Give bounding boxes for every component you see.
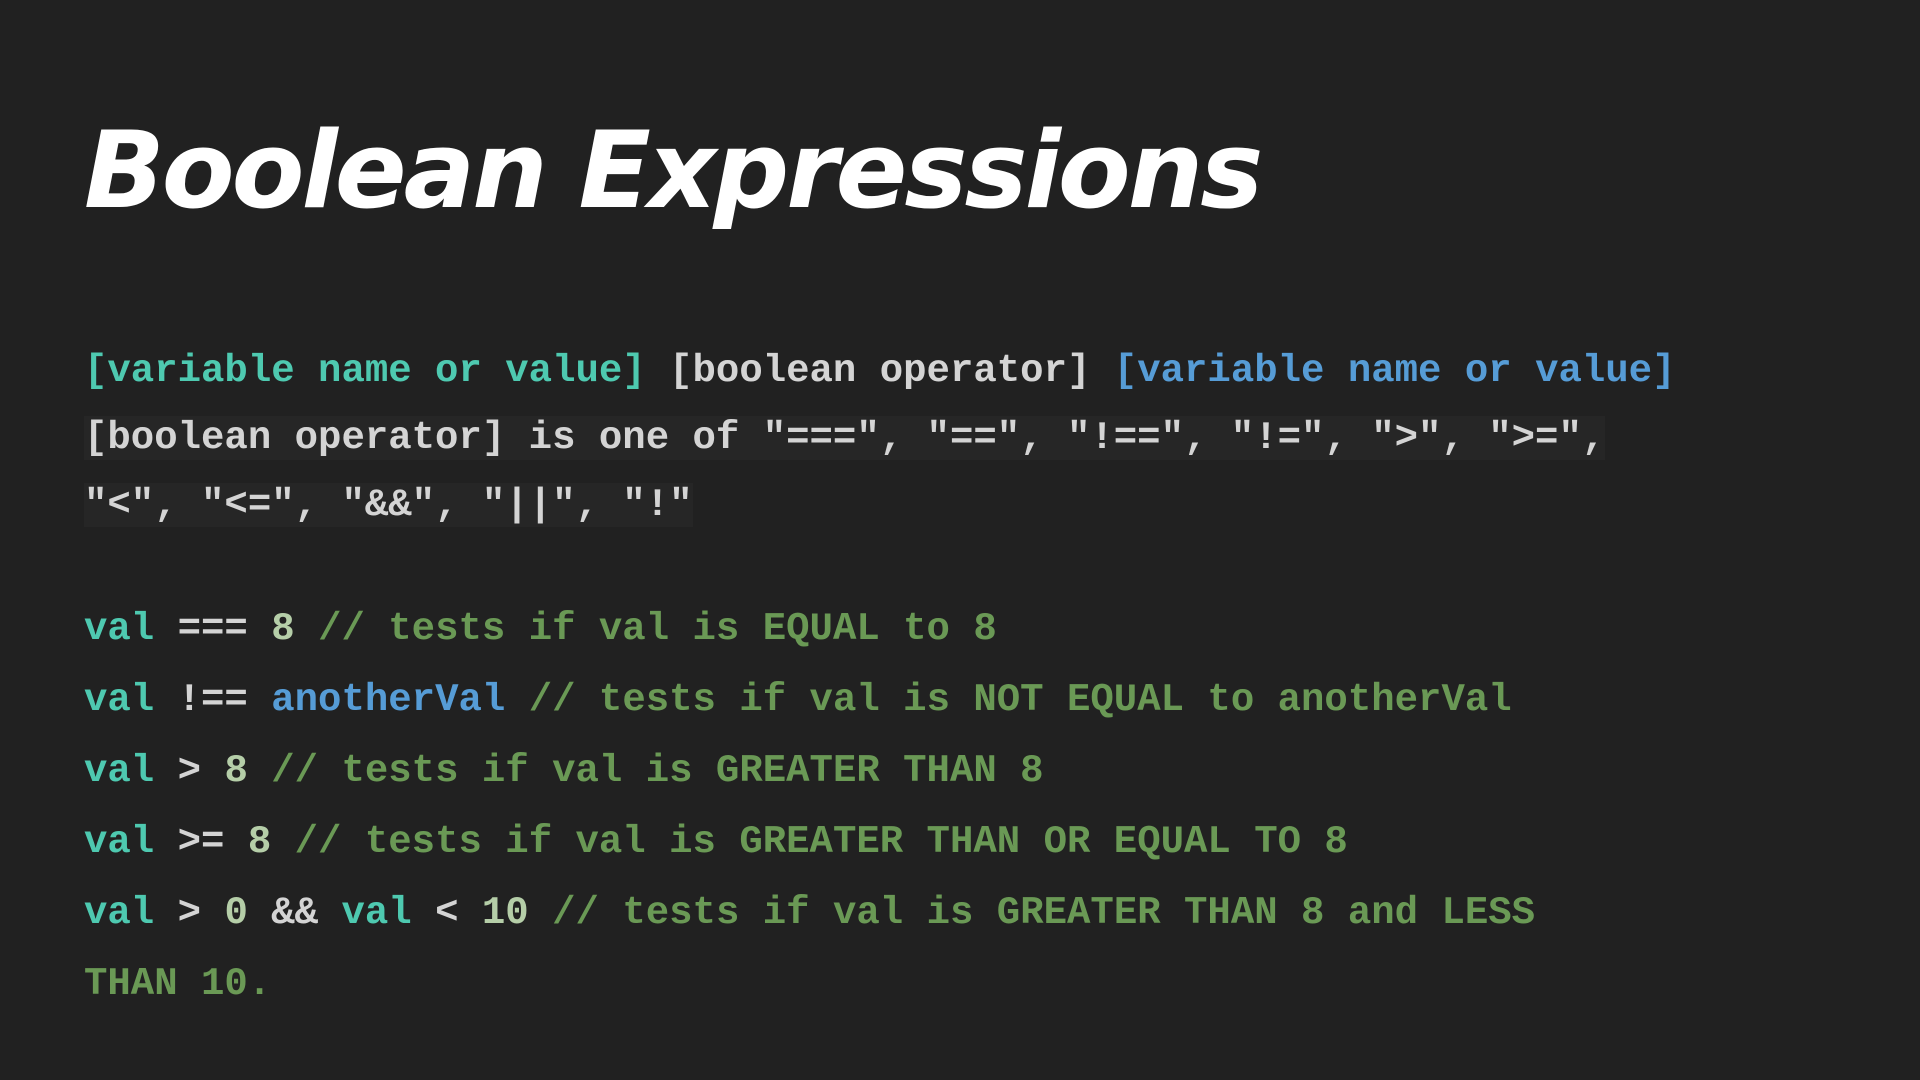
- code-line-compound: val > 0 && val < 10 // tests if val is G…: [84, 878, 1535, 949]
- code-line-equal: val === 8 // tests if val is EQUAL to 8: [84, 594, 1535, 665]
- code-number: 0: [224, 891, 248, 935]
- code-examples: val === 8 // tests if val is EQUAL to 8 …: [84, 594, 1535, 1020]
- code-number: 8: [224, 749, 248, 793]
- syntax-block: [variable name or value] [boolean operat…: [84, 338, 1676, 539]
- operator-list-line-2: "<", "<=", "&&", "||", "!": [84, 472, 1676, 539]
- syntax-operator: [boolean operator]: [669, 349, 1091, 393]
- code-operator: <: [435, 891, 459, 935]
- code-operator: !==: [177, 678, 248, 722]
- syntax-line: [variable name or value] [boolean operat…: [84, 338, 1676, 405]
- code-operator: >=: [177, 820, 225, 864]
- code-logical-operator: &&: [271, 891, 319, 935]
- code-variable: val: [84, 607, 155, 651]
- code-comment: // tests if val is EQUAL to 8: [318, 607, 997, 651]
- operator-list-line-1: [boolean operator] is one of "===", "=="…: [84, 405, 1676, 472]
- code-number: 10: [481, 891, 529, 935]
- code-comment-continued: THAN 10.: [84, 962, 272, 1006]
- code-line-not-equal: val !== anotherVal // tests if val is NO…: [84, 665, 1535, 736]
- code-line-compound-continued: THAN 10.: [84, 949, 1535, 1020]
- operator-list-text-1: [boolean operator] is one of "===", "=="…: [84, 416, 1606, 460]
- code-number: 8: [247, 820, 272, 864]
- code-comment: // tests if val is GREATER THAN OR EQUAL…: [294, 820, 1348, 864]
- slide-title: Boolean Expressions: [84, 109, 1263, 232]
- slide: Boolean Expressions [variable name or va…: [0, 0, 1920, 1080]
- operator-list-text-2: "<", "<=", "&&", "||", "!": [84, 483, 693, 527]
- code-operator: >: [177, 891, 202, 935]
- syntax-left-operand: [variable name or value]: [84, 349, 646, 393]
- code-comment: // tests if val is NOT EQUAL to anotherV…: [528, 678, 1512, 722]
- code-variable: val: [84, 891, 155, 935]
- code-line-greater-equal: val >= 8 // tests if val is GREATER THAN…: [84, 807, 1535, 878]
- code-number: 8: [271, 607, 295, 651]
- code-variable: val: [341, 891, 412, 935]
- code-operator: >: [177, 749, 202, 793]
- code-operator: ===: [177, 607, 248, 651]
- code-variable: val: [84, 678, 155, 722]
- code-variable: val: [84, 820, 155, 864]
- syntax-right-operand: [variable name or value]: [1113, 349, 1676, 393]
- code-line-greater: val > 8 // tests if val is GREATER THAN …: [84, 736, 1535, 807]
- code-comment: // tests if val is GREATER THAN 8: [271, 749, 1044, 793]
- code-variable: val: [84, 749, 155, 793]
- code-identifier: anotherVal: [271, 678, 506, 722]
- code-comment: // tests if val is GREATER THAN 8 and LE…: [552, 891, 1536, 935]
